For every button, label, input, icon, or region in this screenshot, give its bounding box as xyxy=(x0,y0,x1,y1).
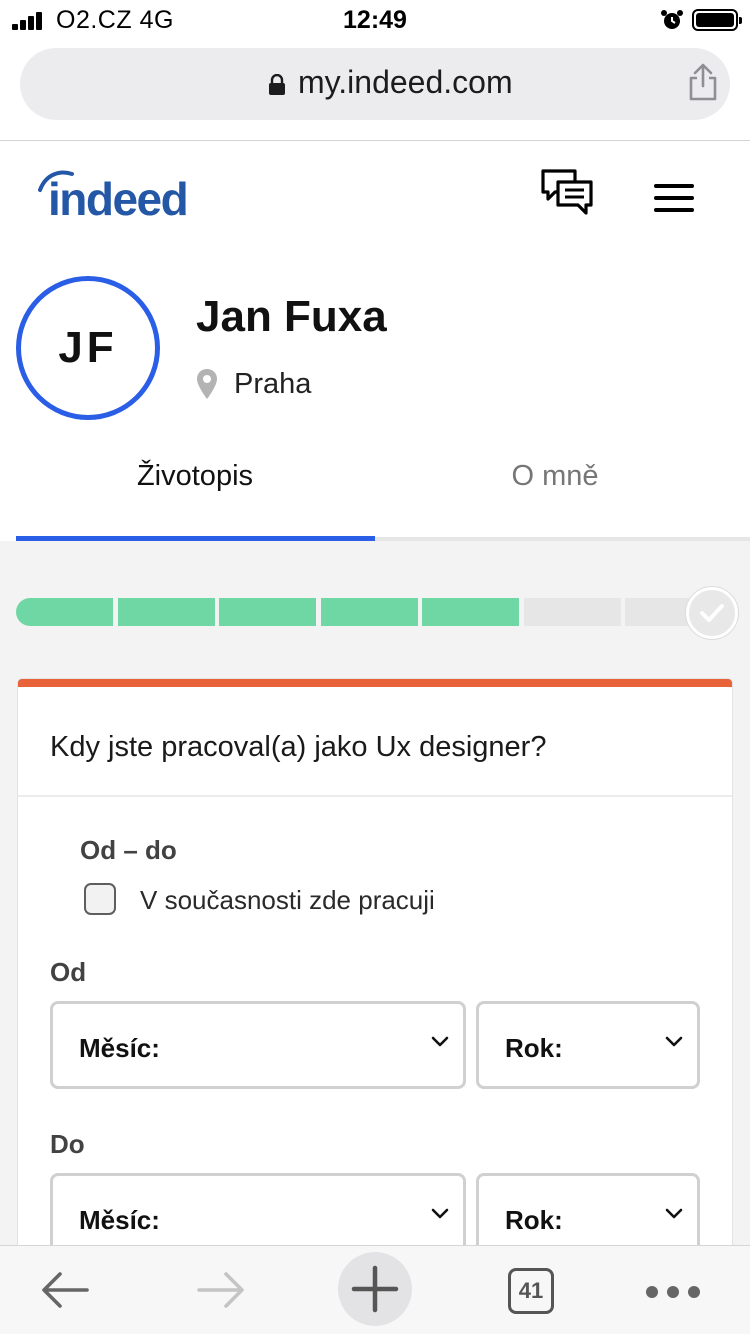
lock-icon xyxy=(269,74,285,95)
progress-bar xyxy=(16,597,736,627)
share-icon[interactable] xyxy=(687,62,719,102)
content-area: Kdy jste pracoval(a) jako Ux designer? O… xyxy=(0,541,750,1334)
indeed-logo[interactable]: indeed xyxy=(36,164,196,225)
progress-segment xyxy=(16,598,113,626)
profile-location: Praha xyxy=(234,368,312,400)
back-arrow-icon[interactable] xyxy=(40,1270,90,1310)
tab-resume[interactable]: Životopis xyxy=(0,460,390,493)
from-month-value: Měsíc: xyxy=(79,1033,160,1063)
current-job-label[interactable]: V současnosti zde pracuji xyxy=(140,885,435,916)
progress-segment xyxy=(422,598,519,626)
messages-icon[interactable] xyxy=(540,168,594,218)
chevron-down-icon xyxy=(431,1208,449,1219)
progress-segment xyxy=(219,598,316,626)
address-bar[interactable]: my.indeed.com xyxy=(20,48,730,120)
browser-divider xyxy=(0,140,750,141)
progress-segment xyxy=(118,598,215,626)
plus-icon xyxy=(351,1265,399,1313)
battery-icon xyxy=(692,9,742,31)
completion-check-icon xyxy=(686,587,738,639)
hamburger-menu-icon[interactable] xyxy=(654,184,694,214)
chevron-down-icon xyxy=(431,1036,449,1047)
new-tab-button[interactable] xyxy=(338,1252,412,1326)
from-label: Od xyxy=(50,957,87,987)
question-title: Kdy jste pracoval(a) jako Ux designer? xyxy=(50,731,547,763)
current-job-checkbox[interactable] xyxy=(84,883,116,915)
status-bar: O2.CZ 4G 12:49 xyxy=(0,0,750,40)
status-time: 12:49 xyxy=(343,6,407,34)
progress-segment xyxy=(625,598,695,626)
logo-text: indeed xyxy=(48,173,189,225)
date-range-label: Od – do xyxy=(80,835,177,865)
avatar: JF xyxy=(16,276,160,420)
to-month-value: Měsíc: xyxy=(79,1205,160,1235)
progress-segment xyxy=(321,598,418,626)
profile-name: Jan Fuxa xyxy=(196,292,387,341)
alarm-icon xyxy=(661,10,683,29)
tab-about-me[interactable]: O mně xyxy=(375,460,735,493)
more-options-icon[interactable] xyxy=(646,1286,700,1298)
question-card: Kdy jste pracoval(a) jako Ux designer? O… xyxy=(18,679,732,1334)
tab-count-button[interactable]: 41 xyxy=(508,1268,554,1314)
from-year-select[interactable]: Rok: xyxy=(476,1001,700,1089)
location-pin-icon xyxy=(197,369,217,399)
to-year-value: Rok: xyxy=(505,1205,563,1235)
browser-toolbar: 41 xyxy=(0,1245,750,1334)
chevron-down-icon xyxy=(665,1036,683,1047)
from-year-value: Rok: xyxy=(505,1033,563,1063)
forward-arrow-icon[interactable] xyxy=(196,1270,246,1310)
to-label: Do xyxy=(50,1129,85,1159)
progress-segment xyxy=(524,598,621,626)
chevron-down-icon xyxy=(665,1208,683,1219)
card-divider xyxy=(18,795,732,797)
from-month-select[interactable]: Měsíc: xyxy=(50,1001,466,1089)
url-text: my.indeed.com xyxy=(298,64,513,100)
